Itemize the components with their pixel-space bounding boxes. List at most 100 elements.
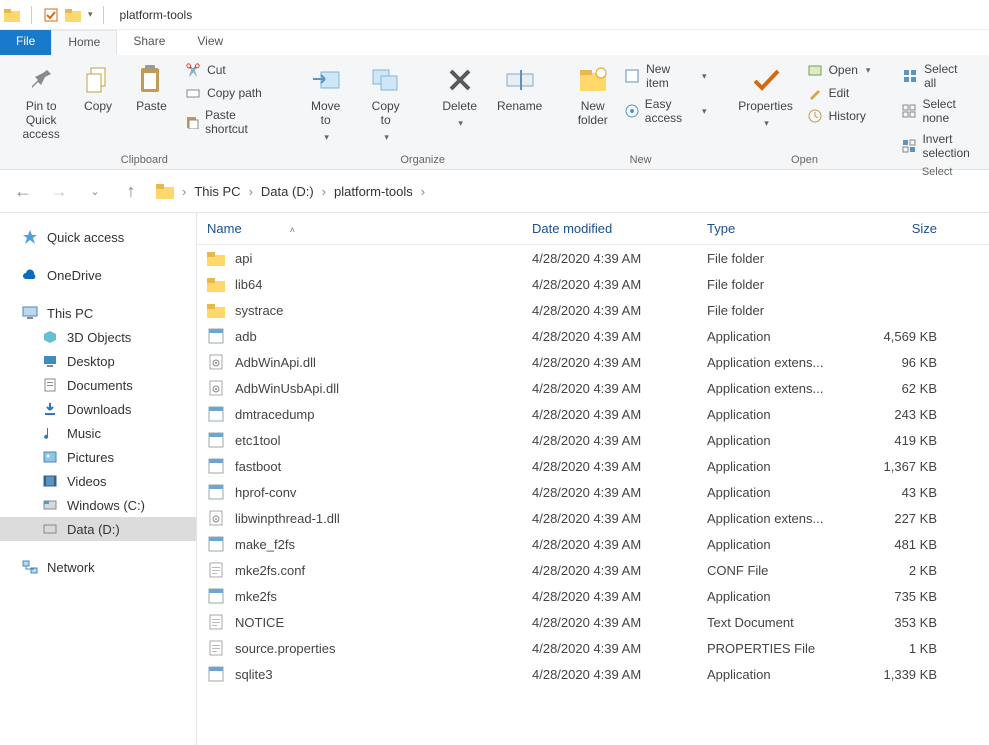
table-row[interactable]: sqlite34/28/2020 4:39 AMApplication1,339…: [197, 661, 989, 687]
separator: [31, 6, 32, 24]
file-list[interactable]: Name˄ Date modified Type Size api4/28/20…: [197, 213, 989, 745]
qat-dropdown-icon[interactable]: ▾: [86, 9, 93, 20]
file-name: mke2fs.conf: [235, 563, 305, 578]
file-name: etc1tool: [235, 433, 281, 448]
up-button[interactable]: ↑: [120, 180, 142, 202]
copy-to-button[interactable]: Copy to▾: [359, 60, 413, 143]
open-button[interactable]: Open▾: [803, 60, 875, 80]
table-row[interactable]: hprof-conv4/28/2020 4:39 AMApplication43…: [197, 479, 989, 505]
invert-selection-button[interactable]: Invert selection: [898, 130, 975, 162]
file-type-icon: [207, 353, 225, 371]
sidebar-item-documents[interactable]: Documents: [0, 373, 196, 397]
sidebar-onedrive[interactable]: OneDrive: [0, 263, 196, 287]
edit-button[interactable]: Edit: [803, 83, 875, 103]
properties-button[interactable]: Properties▾: [735, 60, 797, 129]
sidebar-item-music[interactable]: Music: [0, 421, 196, 445]
table-row[interactable]: lib644/28/2020 4:39 AMFile folder: [197, 271, 989, 297]
check-icon: [750, 64, 782, 96]
group-label-clipboard: Clipboard: [121, 150, 168, 169]
file-type-icon: [207, 483, 225, 501]
pin-icon: [25, 64, 57, 96]
table-row[interactable]: fastboot4/28/2020 4:39 AMApplication1,36…: [197, 453, 989, 479]
file-date: 4/28/2020 4:39 AM: [522, 427, 697, 453]
tab-share[interactable]: Share: [117, 30, 181, 55]
cut-button[interactable]: ✂️Cut: [181, 60, 275, 80]
table-row[interactable]: AdbWinApi.dll4/28/2020 4:39 AMApplicatio…: [197, 349, 989, 375]
sidebar-quick-access[interactable]: Quick access: [0, 225, 196, 249]
sidebar-network[interactable]: Network: [0, 555, 196, 579]
col-size[interactable]: Size: [852, 213, 947, 245]
chevron-right-icon[interactable]: ›: [249, 184, 253, 199]
file-type-icon: [207, 275, 225, 293]
sidebar-item-drive-d[interactable]: Data (D:): [0, 517, 196, 541]
file-type: Text Document: [697, 609, 852, 635]
file-size: 2 KB: [852, 557, 947, 583]
table-row[interactable]: mke2fs4/28/2020 4:39 AMApplication735 KB: [197, 583, 989, 609]
table-row[interactable]: dmtracedump4/28/2020 4:39 AMApplication2…: [197, 401, 989, 427]
easy-access-button[interactable]: Easy access▾: [621, 95, 711, 127]
new-folder-button[interactable]: New folder: [571, 60, 615, 128]
table-row[interactable]: mke2fs.conf4/28/2020 4:39 AMCONF File2 K…: [197, 557, 989, 583]
folder-small-icon[interactable]: [64, 6, 82, 24]
file-date: 4/28/2020 4:39 AM: [522, 479, 697, 505]
rename-icon: [504, 64, 536, 96]
edit-icon: [807, 85, 823, 101]
copy-button[interactable]: Copy: [74, 60, 121, 114]
file-name: hprof-conv: [235, 485, 296, 500]
breadcrumb-segment[interactable]: Data (D:): [261, 184, 314, 199]
sidebar-item-pictures[interactable]: Pictures: [0, 445, 196, 469]
file-name: adb: [235, 329, 257, 344]
paste-icon: [135, 64, 167, 96]
file-date: 4/28/2020 4:39 AM: [522, 245, 697, 272]
sidebar-item-3d-objects[interactable]: 3D Objects: [0, 325, 196, 349]
table-row[interactable]: NOTICE4/28/2020 4:39 AMText Document353 …: [197, 609, 989, 635]
paste-shortcut-button[interactable]: Paste shortcut: [181, 106, 275, 138]
breadcrumb[interactable]: › This PC › Data (D:) › platform-tools ›: [156, 183, 425, 199]
tab-home[interactable]: Home: [51, 30, 117, 55]
col-type[interactable]: Type: [697, 213, 852, 245]
table-row[interactable]: adb4/28/2020 4:39 AMApplication4,569 KB: [197, 323, 989, 349]
delete-button[interactable]: Delete▾: [433, 60, 487, 129]
back-button[interactable]: ←: [12, 180, 34, 202]
pin-to-quick-access-button[interactable]: Pin to Quick access: [14, 60, 68, 141]
move-to-button[interactable]: Move to▾: [299, 60, 353, 143]
file-date: 4/28/2020 4:39 AM: [522, 583, 697, 609]
col-name[interactable]: Name˄: [197, 213, 522, 245]
file-type: CONF File: [697, 557, 852, 583]
select-all-button[interactable]: Select all: [898, 60, 975, 92]
forward-button[interactable]: →: [48, 180, 70, 202]
sidebar-item-drive-c[interactable]: Windows (C:): [0, 493, 196, 517]
recent-dropdown-icon[interactable]: ⌄: [84, 180, 106, 202]
sidebar-item-desktop[interactable]: Desktop: [0, 349, 196, 373]
sidebar-item-videos[interactable]: Videos: [0, 469, 196, 493]
col-date[interactable]: Date modified: [522, 213, 697, 245]
file-size: 353 KB: [852, 609, 947, 635]
table-row[interactable]: make_f2fs4/28/2020 4:39 AMApplication481…: [197, 531, 989, 557]
file-type: PROPERTIES File: [697, 635, 852, 661]
rename-button[interactable]: Rename: [493, 60, 547, 114]
table-row[interactable]: AdbWinUsbApi.dll4/28/2020 4:39 AMApplica…: [197, 375, 989, 401]
copy-path-button[interactable]: Copy path: [181, 83, 275, 103]
paste-button[interactable]: Paste: [128, 60, 175, 114]
tab-file[interactable]: File: [0, 30, 51, 55]
history-button[interactable]: History: [803, 106, 875, 126]
chevron-right-icon[interactable]: ›: [421, 184, 425, 199]
table-row[interactable]: etc1tool4/28/2020 4:39 AMApplication419 …: [197, 427, 989, 453]
new-item-button[interactable]: New item▾: [621, 60, 711, 92]
tab-view[interactable]: View: [181, 30, 239, 55]
table-row[interactable]: systrace4/28/2020 4:39 AMFile folder: [197, 297, 989, 323]
chevron-right-icon[interactable]: ›: [182, 184, 186, 199]
select-none-button[interactable]: Select none: [898, 95, 975, 127]
file-type: Application: [697, 323, 852, 349]
table-row[interactable]: libwinpthread-1.dll4/28/2020 4:39 AMAppl…: [197, 505, 989, 531]
chevron-right-icon[interactable]: ›: [322, 184, 326, 199]
breadcrumb-segment[interactable]: This PC: [194, 184, 240, 199]
table-row[interactable]: api4/28/2020 4:39 AMFile folder: [197, 245, 989, 272]
file-size: 1 KB: [852, 635, 947, 661]
table-row[interactable]: source.properties4/28/2020 4:39 AMPROPER…: [197, 635, 989, 661]
sidebar-item-downloads[interactable]: Downloads: [0, 397, 196, 421]
qat-properties-icon[interactable]: [42, 6, 60, 24]
sidebar-this-pc[interactable]: This PC: [0, 301, 196, 325]
file-name: make_f2fs: [235, 537, 295, 552]
breadcrumb-segment[interactable]: platform-tools: [334, 184, 413, 199]
